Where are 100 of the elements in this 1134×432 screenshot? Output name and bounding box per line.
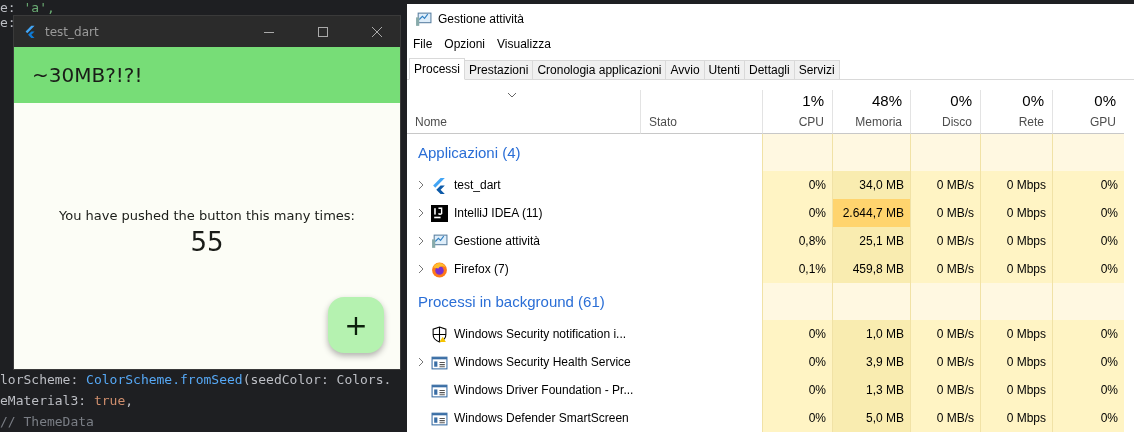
table-cell: 0 Mbps [980, 199, 1052, 227]
table-cell: 5,0 MB [832, 404, 910, 432]
table-cell: 0 MB/s [910, 171, 980, 199]
firefox-icon [431, 260, 448, 278]
monitor-icon [431, 232, 448, 250]
app-bar-title: ~30MB?!?! [32, 63, 143, 87]
group-title: Processi in background (61) [418, 293, 605, 310]
column-total: 0% [1022, 92, 1044, 109]
table-cell: 0 Mbps [980, 376, 1052, 404]
expand-chevron-icon[interactable] [417, 264, 425, 274]
column-label: Rete [1018, 115, 1044, 129]
counter-text: 55 [190, 227, 224, 257]
table-cell: 0% [762, 376, 832, 404]
column-header[interactable]: Stato [640, 90, 762, 134]
table-cell: 0% [1052, 376, 1124, 404]
table-cell: 25,1 MB [832, 227, 910, 255]
shield-icon [431, 325, 448, 343]
table-cell: 1,3 MB [832, 376, 910, 404]
column-header[interactable]: Nome [407, 90, 640, 134]
table-cell: 3,9 MB [832, 348, 910, 376]
table-cell: 0% [1052, 255, 1124, 283]
table-cell: 0 MB/s [910, 255, 980, 283]
code-line: eMaterial3: true, [0, 392, 134, 410]
table-cell: 34,0 MB [832, 171, 910, 199]
code-line: e: [0, 15, 16, 30]
table-cell [762, 283, 832, 320]
table-cell: 2.644,7 MB [832, 199, 910, 227]
process-name: Windows Driver Foundation - Pr... [454, 383, 634, 397]
table-cell: 0 Mbps [980, 320, 1052, 348]
table-cell: 0 Mbps [980, 348, 1052, 376]
window-title: test_dart [45, 24, 100, 39]
menu-item[interactable]: Visualizza [497, 37, 551, 51]
column-label: Disco [942, 115, 972, 129]
expand-chevron-icon[interactable] [417, 180, 425, 190]
table-cell: 459,8 MB [832, 255, 910, 283]
menu-item[interactable]: File [413, 37, 433, 51]
table-cell [980, 134, 1052, 171]
process-name: Firefox (7) [454, 262, 509, 276]
table-cell: 0 Mbps [980, 227, 1052, 255]
tab[interactable]: Processi [409, 58, 465, 80]
table-cell: 0 MB/s [910, 199, 980, 227]
table-cell: 0 Mbps [980, 171, 1052, 199]
tab[interactable]: Prestazioni [464, 60, 534, 79]
table-cell [910, 283, 980, 320]
column-label: GPU [1090, 115, 1116, 129]
table-cell: 0,8% [762, 227, 832, 255]
tab[interactable]: Dettagli [743, 60, 795, 79]
process-name: Windows Defender SmartScreen [454, 411, 629, 425]
expand-chevron-icon[interactable] [417, 357, 425, 367]
tab[interactable]: Utenti [703, 60, 745, 79]
column-total: 0% [950, 92, 972, 109]
code-line: lorScheme: ColorScheme.fromSeed(seedColor: Colors. [0, 371, 392, 389]
table-cell: 0 MB/s [910, 376, 980, 404]
table-cell: 0% [1052, 227, 1124, 255]
table-cell: 0 MB/s [910, 227, 980, 255]
table-cell: 1,0 MB [832, 320, 910, 348]
table-cell: 0,1% [762, 255, 832, 283]
column-total: 48% [871, 92, 902, 109]
expand-chevron-icon[interactable] [417, 208, 425, 218]
table-cell: 0% [762, 199, 832, 227]
tab[interactable]: Avvio [665, 60, 705, 79]
close-icon[interactable] [372, 26, 382, 37]
process-name: test_dart [454, 178, 501, 192]
maximize-icon[interactable] [318, 26, 328, 37]
table-cell: 0 MB/s [910, 348, 980, 376]
tab[interactable]: Cronologia applicazioni [532, 60, 667, 79]
code-line: e: 'a', [0, 0, 55, 15]
table-cell: 0% [1052, 404, 1124, 432]
table-cell: 0% [762, 171, 832, 199]
message-text: You have pushed the button this many times: [59, 208, 355, 223]
add-button[interactable]: + [328, 297, 384, 353]
process-name: Windows Security Health Service [454, 355, 631, 369]
table-cell: 0% [1052, 171, 1124, 199]
tab[interactable]: Servizi [793, 60, 840, 79]
table-cell [1052, 134, 1124, 171]
table-cell [1052, 283, 1124, 320]
sort-caret-icon[interactable] [507, 92, 517, 98]
menu-item[interactable]: Opzioni [444, 37, 486, 51]
table-cell [910, 134, 980, 171]
column-label: Memoria [855, 115, 902, 129]
flutter-icon [24, 24, 37, 39]
expand-chevron-icon[interactable] [417, 236, 425, 246]
column-label: Stato [649, 115, 678, 129]
column-total: 1% [802, 92, 824, 109]
group-title: Applicazioni (4) [418, 144, 521, 161]
process-name: Windows Security notification i... [454, 327, 627, 341]
monitor-icon [415, 11, 432, 27]
table-cell: 0 MB/s [910, 320, 980, 348]
process-name: IntelliJ IDEA (11) [454, 206, 543, 220]
process-name: Gestione attività [454, 234, 541, 248]
code-line: // ThemeData [0, 413, 94, 431]
window-title: Gestione attività [438, 12, 525, 26]
column-total: 0% [1094, 92, 1116, 109]
table-cell: 0 MB/s [910, 404, 980, 432]
column-label: CPU [798, 115, 824, 129]
table-cell: 0% [1052, 348, 1124, 376]
table-cell: 0% [1052, 199, 1124, 227]
column-label: Nome [415, 115, 447, 129]
table-cell: 0% [762, 320, 832, 348]
table-cell [762, 134, 832, 171]
